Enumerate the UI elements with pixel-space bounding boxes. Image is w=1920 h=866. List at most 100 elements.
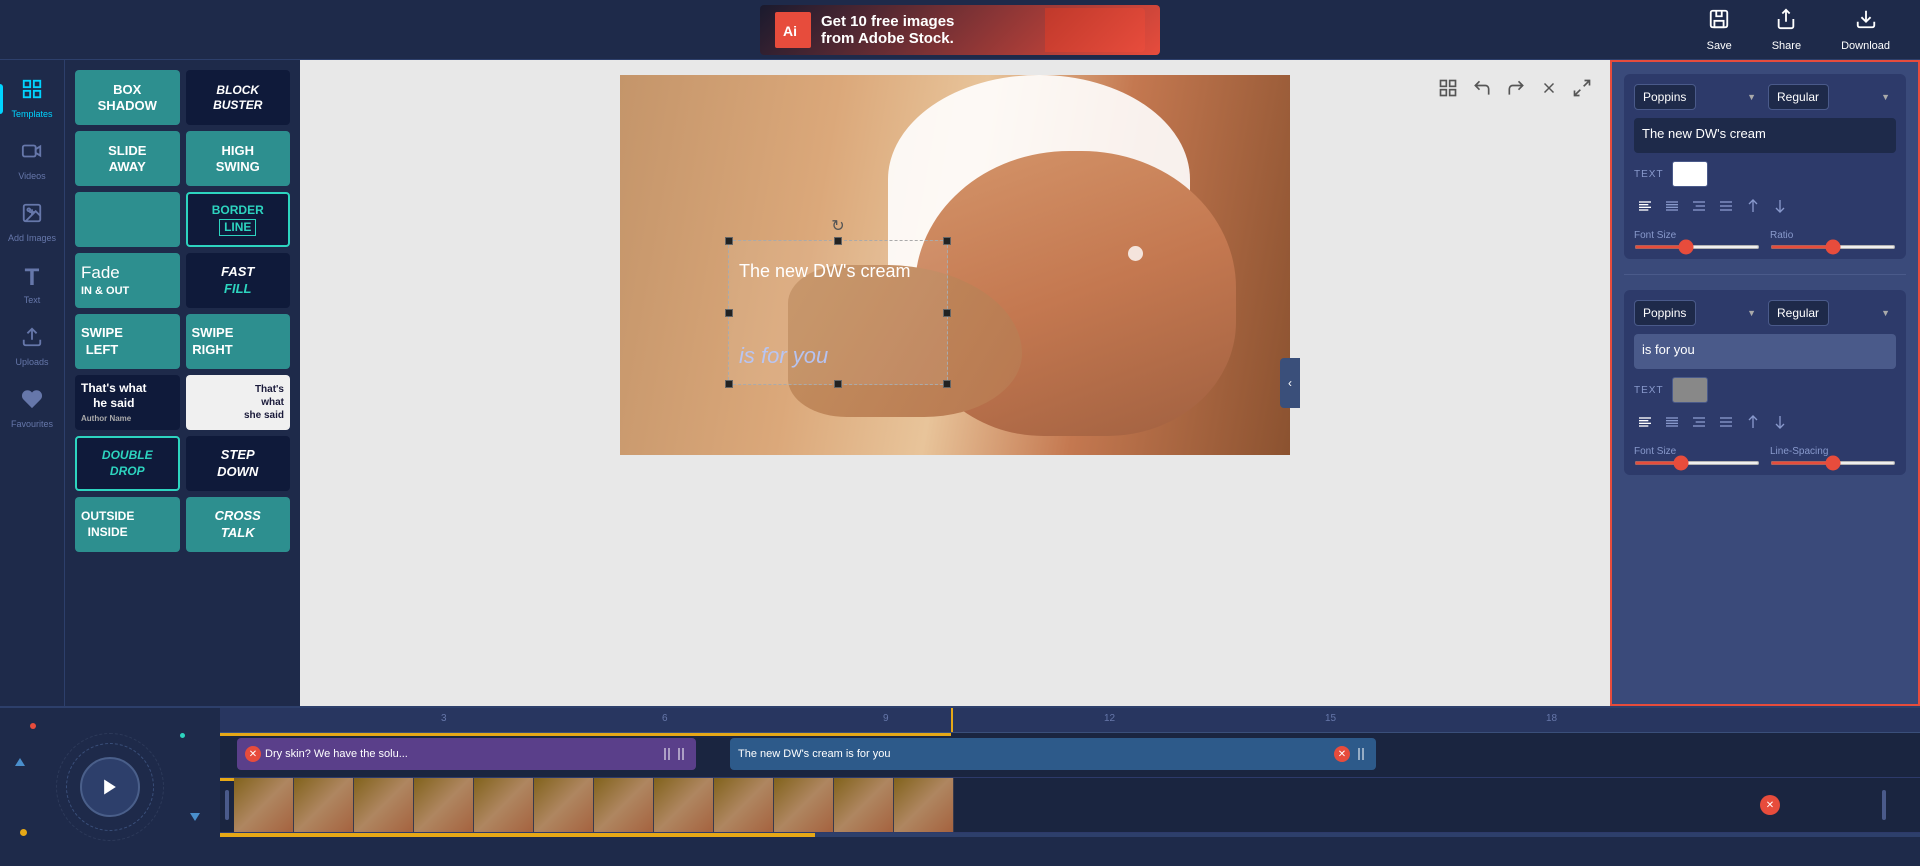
template-border-line[interactable]: BORDERLINE	[186, 192, 291, 247]
video-thumb-12	[894, 778, 954, 832]
handle-top-mid[interactable]	[834, 237, 842, 245]
template-slide-away[interactable]: SLIDEAWAY	[75, 131, 180, 186]
collapse-panel-handle[interactable]: ‹	[1280, 358, 1300, 408]
ruler-mark-18: 18	[1546, 713, 1557, 724]
text-display-1[interactable]: The new DW's cream	[1634, 118, 1896, 153]
sidebar-item-text[interactable]: T Text	[0, 256, 64, 313]
font-family-select-1[interactable]: Poppins	[1634, 84, 1696, 110]
template-high-swing[interactable]: HIGHSWING	[186, 131, 291, 186]
video-thumb-1	[234, 778, 294, 832]
align-justify-btn-2[interactable]	[1715, 411, 1737, 438]
template-thats-what-she-said[interactable]: That'swhatshe said	[186, 375, 291, 430]
template-double-drop[interactable]: DOUBLE DROP	[75, 436, 180, 491]
sidebar-item-uploads[interactable]: Uploads	[0, 318, 64, 375]
video-thumb-9	[714, 778, 774, 832]
fullscreen-button[interactable]	[1569, 75, 1595, 106]
template-swipe-left[interactable]: SWIPELEFT	[75, 314, 180, 369]
align-top-btn-2[interactable]	[1742, 411, 1764, 438]
sidebar-item-videos[interactable]: Videos	[0, 132, 64, 189]
font-family-select-2[interactable]: Poppins	[1634, 300, 1696, 326]
template-thats-what-he-said[interactable]: That's whathe said Author Name	[75, 375, 180, 430]
handle-mid-left[interactable]	[725, 309, 733, 317]
clip-close-btn-2[interactable]: ✕	[1334, 746, 1350, 762]
text-selection-box[interactable]: ↻ The new DW's cream is for you	[728, 240, 948, 385]
template-fade-in-out[interactable]: Fade IN & OUT	[75, 253, 180, 308]
rotate-handle[interactable]: ↻	[828, 216, 848, 236]
main-layout: Templates Videos Add Images T Text Uploa…	[0, 60, 1920, 706]
decorative-dot-teal	[180, 733, 185, 738]
timeline-progress-fill	[220, 833, 815, 837]
align-left-btn-2[interactable]	[1634, 411, 1656, 438]
template-outside-inside[interactable]: OUTSIDEINSIDE	[75, 497, 180, 552]
sidebar-item-add-images[interactable]: Add Images	[0, 194, 64, 251]
video-thumb-3	[354, 778, 414, 832]
text-display-2[interactable]: is for you	[1634, 334, 1896, 369]
template-box-shadow[interactable]: BOXSHADOW	[75, 70, 180, 125]
template-cross-talk[interactable]: CROSSTALK	[186, 497, 291, 552]
color-swatch-1[interactable]	[1672, 161, 1708, 187]
font-style-select-2[interactable]: Regular Bold	[1768, 300, 1829, 326]
align-top-btn-1[interactable]	[1742, 195, 1764, 222]
video-canvas[interactable]: ↻ The new DW's cream is for you	[620, 75, 1290, 455]
sidebar-label-videos: Videos	[18, 171, 45, 181]
align-bottom-btn-2[interactable]	[1769, 411, 1791, 438]
ratio-slider-1[interactable]	[1770, 245, 1896, 249]
text-icon: T	[25, 264, 40, 292]
caption-clip-1[interactable]: ✕ Dry skin? We have the solu...	[237, 738, 696, 770]
align-center-btn-1[interactable]	[1661, 195, 1683, 222]
sidebar-item-templates[interactable]: Templates	[0, 70, 64, 127]
save-button[interactable]: Save	[1697, 3, 1742, 57]
track-start-handle[interactable]	[225, 790, 229, 820]
sidebar-label-add-images: Add Images	[8, 233, 56, 243]
align-right-btn-1[interactable]	[1688, 195, 1710, 222]
template-block-buster[interactable]: BLOCKBUSTER	[186, 70, 291, 125]
template-step-down[interactable]: STEPDOWN	[186, 436, 291, 491]
font-size-slider-1[interactable]	[1634, 245, 1760, 249]
handle-top-left[interactable]	[725, 237, 733, 245]
uploads-icon	[21, 326, 43, 354]
align-right-btn-2[interactable]	[1688, 411, 1710, 438]
color-swatch-2[interactable]	[1672, 377, 1708, 403]
adobe-promo-text: Get 10 free images from Adobe Stock.	[821, 13, 954, 47]
video-thumb-10	[774, 778, 834, 832]
handle-top-right[interactable]	[943, 237, 951, 245]
text-label-1: Text	[1634, 169, 1664, 180]
font-family-wrap-1: Poppins	[1634, 84, 1762, 110]
caption-clip-2[interactable]: The new DW's cream is for you ✕	[730, 738, 1376, 770]
adobe-banner[interactable]: Ai Get 10 free images from Adobe Stock.	[760, 5, 1160, 55]
align-center-btn-2[interactable]	[1661, 411, 1683, 438]
ruler-mark-12: 12	[1104, 713, 1115, 724]
handle-bot-mid[interactable]	[834, 380, 842, 388]
line-spacing-slider-2[interactable]	[1770, 461, 1896, 465]
font-size-slider-2[interactable]	[1634, 461, 1760, 465]
font-style-select-1[interactable]: Regular Bold Italic	[1768, 84, 1829, 110]
clip-close-btn-1[interactable]: ✕	[245, 746, 261, 762]
video-track: ✕	[220, 778, 1920, 833]
template-swipe-right[interactable]: SWIPERIGHT	[186, 314, 291, 369]
template-fast-fill[interactable]: FAST FILL	[186, 253, 291, 308]
sidebar-item-favourites[interactable]: Favourites	[0, 380, 64, 437]
timeline-playhead[interactable]	[951, 708, 953, 732]
template-color-block[interactable]	[75, 192, 180, 247]
align-justify-btn-1[interactable]	[1715, 195, 1737, 222]
share-button[interactable]: Share	[1762, 3, 1811, 57]
sidebar-label-text: Text	[24, 295, 41, 305]
video-remove-btn[interactable]: ✕	[1760, 795, 1784, 815]
video-close-btn[interactable]: ✕	[1760, 795, 1780, 815]
handle-mid-right[interactable]	[943, 309, 951, 317]
redo-button[interactable]	[1503, 75, 1529, 106]
play-button[interactable]	[80, 757, 140, 817]
undo-button[interactable]	[1469, 75, 1495, 106]
close-canvas-button[interactable]	[1537, 76, 1561, 105]
video-thumb-11	[834, 778, 894, 832]
grid-view-button[interactable]	[1435, 75, 1461, 106]
sidebar-label-templates: Templates	[11, 109, 52, 119]
align-bottom-btn-1[interactable]	[1769, 195, 1791, 222]
handle-bot-left[interactable]	[725, 380, 733, 388]
caption-track: ✕ Dry skin? We have the solu... The new …	[220, 733, 1920, 778]
timeline-tracks: 3 6 9 12 15 18 ✕ Dry skin? We have the s…	[220, 708, 1920, 866]
download-button[interactable]: Download	[1831, 3, 1900, 57]
track-end-handle[interactable]	[1882, 790, 1886, 820]
handle-bot-right[interactable]	[943, 380, 951, 388]
align-left-btn-1[interactable]	[1634, 195, 1656, 222]
